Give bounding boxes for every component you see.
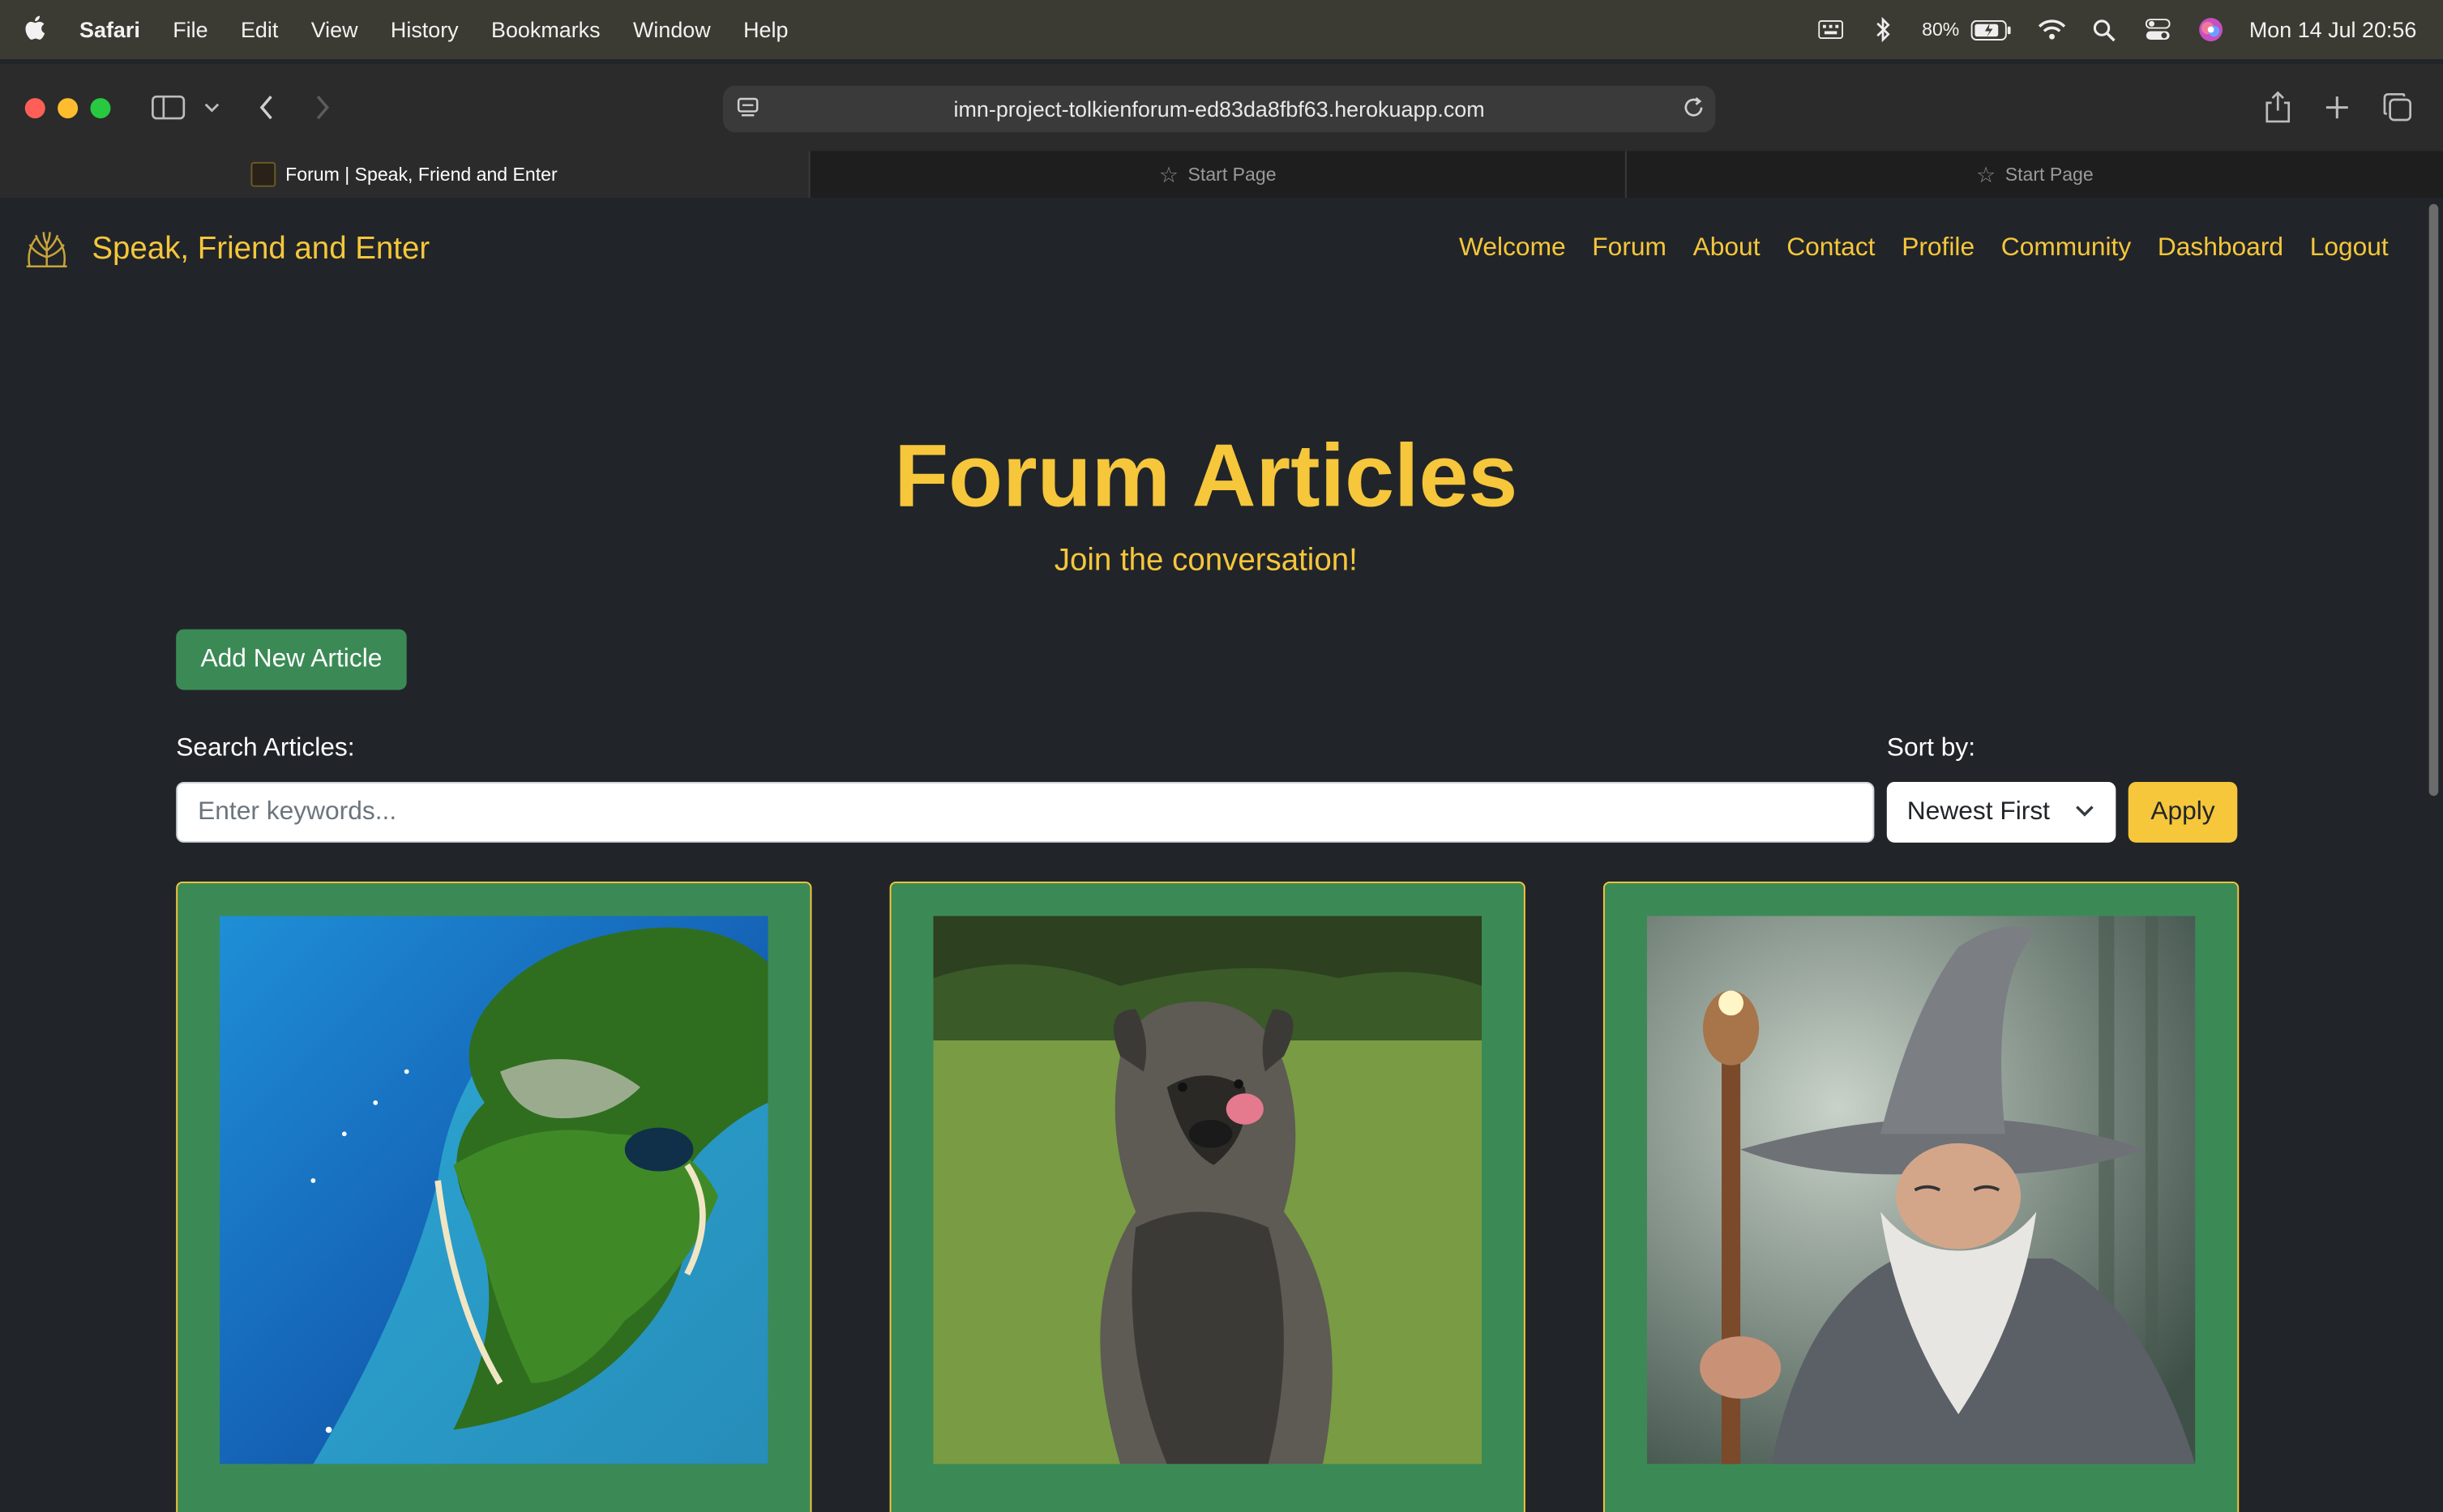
article-image-island[interactable] xyxy=(220,916,768,1464)
site-favicon-icon xyxy=(250,161,276,187)
sort-selected-value: Newest First xyxy=(1906,797,2051,826)
reload-icon[interactable] xyxy=(1681,95,1706,125)
main-nav: Welcome Forum About Contact Profile Comm… xyxy=(1432,233,2389,263)
nav-forum[interactable]: Forum xyxy=(1592,233,1666,263)
siri-icon[interactable] xyxy=(2197,15,2225,44)
nav-profile[interactable]: Profile xyxy=(1902,233,1975,263)
menu-edit[interactable]: Edit xyxy=(241,17,278,42)
share-icon[interactable] xyxy=(2261,89,2295,126)
status-area: 80% Mon 14 Jul 20:56 xyxy=(1791,0,2443,59)
tab-overview-icon[interactable] xyxy=(2381,90,2415,124)
new-tab-icon[interactable] xyxy=(2321,92,2352,122)
search-input[interactable] xyxy=(176,781,1875,843)
sort-select[interactable]: Newest First xyxy=(1886,781,2116,843)
macos-menu-bar: Safari File Edit View History Bookmarks … xyxy=(0,0,2443,60)
control-center-icon[interactable] xyxy=(2143,15,2171,44)
tab-bar: Forum | Speak, Friend and Enter ☆ Start … xyxy=(0,151,2443,199)
minimize-window-button[interactable] xyxy=(58,98,79,119)
menu-history[interactable]: History xyxy=(391,17,459,42)
wifi-icon[interactable] xyxy=(2037,15,2065,44)
menu-help[interactable]: Help xyxy=(743,17,788,42)
nav-community[interactable]: Community xyxy=(2001,233,2131,263)
url-text[interactable]: imn-project-tolkienforum-ed83da8fbf63.he… xyxy=(954,96,1485,122)
add-article-button[interactable]: Add New Article xyxy=(176,629,407,690)
chevron-down-icon[interactable] xyxy=(203,96,221,118)
clock[interactable]: Mon 14 Jul 20:56 xyxy=(2249,17,2416,42)
sort-label: Sort by: xyxy=(1886,733,1976,762)
page-menu-icon[interactable] xyxy=(735,95,760,125)
brand-name: Speak, Friend and Enter xyxy=(92,231,430,266)
tree-logo-icon xyxy=(26,232,67,267)
search-label: Search Articles: xyxy=(176,733,355,762)
tab-label: Forum | Speak, Friend and Enter xyxy=(285,163,558,186)
web-page: Speak, Friend and Enter Welcome Forum Ab… xyxy=(0,198,2424,1512)
scrollbar-thumb[interactable] xyxy=(2428,203,2439,797)
app-menus: Safari File Edit View History Bookmarks … xyxy=(79,0,821,59)
browser-toolbar: imn-project-tolkienforum-ed83da8fbf63.he… xyxy=(0,63,2443,152)
nav-about[interactable]: About xyxy=(1693,233,1761,263)
forward-icon[interactable] xyxy=(310,92,336,122)
back-icon[interactable] xyxy=(254,92,279,122)
address-bar[interactable]: imn-project-tolkienforum-ed83da8fbf63.he… xyxy=(722,85,1716,133)
sidebar-toggle-icon[interactable] xyxy=(150,93,187,122)
article-card[interactable] xyxy=(1602,881,2240,1512)
article-image-dog[interactable] xyxy=(933,916,1482,1464)
menu-view[interactable]: View xyxy=(311,17,358,42)
nav-contact[interactable]: Contact xyxy=(1786,233,1875,263)
search-icon[interactable] xyxy=(2090,15,2119,44)
article-image-wizard[interactable] xyxy=(1646,916,2196,1464)
nav-dashboard[interactable]: Dashboard xyxy=(2158,233,2283,263)
nav-logout[interactable]: Logout xyxy=(2310,233,2389,263)
battery-icon[interactable] xyxy=(1969,15,2013,44)
page-title: Forum Articles xyxy=(894,426,1518,527)
page-scrollbar[interactable] xyxy=(2423,198,2443,1512)
chevron-down-icon xyxy=(2076,805,2094,817)
apple-icon[interactable] xyxy=(24,14,49,42)
menu-window[interactable]: Window xyxy=(633,17,711,42)
bluetooth-icon[interactable] xyxy=(1869,15,1897,44)
tab-label: Start Page xyxy=(1187,163,1277,186)
star-icon: ☆ xyxy=(1158,160,1179,186)
tab-label: Start Page xyxy=(2004,163,2094,186)
navbar-brand[interactable]: Speak, Friend and Enter xyxy=(24,229,430,270)
tab-forum[interactable]: Forum | Speak, Friend and Enter xyxy=(0,151,811,199)
menu-app-name[interactable]: Safari xyxy=(79,17,140,42)
menu-bookmarks[interactable]: Bookmarks xyxy=(491,17,601,42)
menu-file[interactable]: File xyxy=(173,17,208,42)
battery-percent: 80% xyxy=(1922,19,1960,41)
nav-welcome[interactable]: Welcome xyxy=(1459,233,1566,263)
star-icon: ☆ xyxy=(1976,160,1996,186)
article-card[interactable] xyxy=(889,881,1525,1512)
apply-button[interactable]: Apply xyxy=(2128,781,2238,843)
keyboard-icon[interactable] xyxy=(1816,15,1844,44)
page-subtitle: Join the conversation! xyxy=(1054,543,1358,579)
tab-start-page-1[interactable]: ☆ Start Page xyxy=(811,151,1627,199)
screen: Safari File Edit View History Bookmarks … xyxy=(0,0,2443,1512)
maximize-window-button[interactable] xyxy=(90,98,111,119)
article-card[interactable] xyxy=(176,881,812,1512)
close-window-button[interactable] xyxy=(24,98,45,119)
tab-start-page-2[interactable]: ☆ Start Page xyxy=(1627,151,2443,198)
